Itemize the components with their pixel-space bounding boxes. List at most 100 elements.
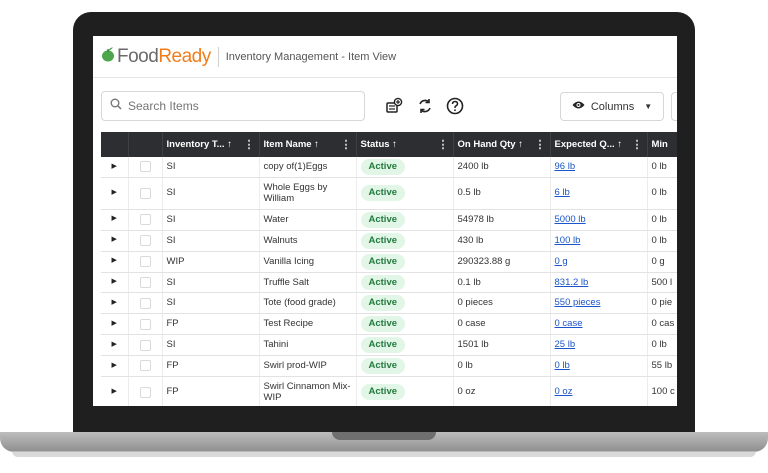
cell-status: Active [356,355,454,377]
row-checkbox[interactable] [139,235,151,247]
cell-item-name[interactable]: Whole Eggs by William [259,177,357,210]
cell-item-name[interactable]: Test Recipe [259,313,357,336]
table-row[interactable]: ▶ SI Tahini Active 1501 lb 25 lb 0 lb [101,334,677,356]
header-min[interactable]: Min [647,132,677,157]
expected-qty-link[interactable]: 5000 lb [555,214,586,225]
row-checkbox-cell[interactable] [128,334,163,356]
expected-qty-link[interactable]: 0 lb [555,360,570,371]
cell-item-name[interactable]: Truffle Salt [259,272,357,294]
status-badge: Active [360,232,406,249]
cell-min: 500 l [647,272,677,294]
header-on-hand-qty[interactable]: On Hand Qty ↑ ⋮ [453,132,551,157]
row-checkbox[interactable] [139,256,151,268]
caret-down-icon: ▼ [644,102,653,111]
expand-row-icon[interactable]: ▶ [101,177,129,210]
table-row[interactable]: ▶ SI copy of(1)Eggs Active 2400 lb 96 lb 0 lb [101,157,677,178]
row-checkbox-cell[interactable] [128,209,163,231]
row-checkbox[interactable] [139,276,151,288]
row-checkbox-cell[interactable] [128,177,163,210]
row-checkbox-cell[interactable] [128,272,163,294]
row-checkbox[interactable] [139,360,151,372]
help-icon[interactable] [444,95,466,117]
row-checkbox[interactable] [139,386,151,398]
row-checkbox-cell[interactable] [128,230,163,252]
expected-qty-link[interactable]: 96 lb [555,161,576,172]
cell-on-hand-qty: 0 pieces [453,292,551,315]
expected-qty-link[interactable]: 6 lb [555,187,570,198]
cell-item-name[interactable]: Tahini [259,334,357,356]
table-row[interactable]: ▶ WIP Vanilla Icing Active 290323.88 g 0 g 0 g [101,251,677,273]
column-menu-icon[interactable]: ⋮ [632,138,643,151]
more-toolbar-button[interactable] [671,92,677,121]
expected-qty-link[interactable]: 0 g [555,256,568,267]
row-checkbox[interactable] [139,339,151,351]
column-menu-icon[interactable]: ⋮ [341,138,352,151]
row-checkbox-cell[interactable] [128,313,163,336]
table-row[interactable]: ▶ FP Test Recipe Active 0 case 0 case 0 cas [101,313,677,336]
cell-item-name[interactable]: Swirl prod-WIP [259,355,357,377]
column-menu-icon[interactable]: ⋮ [535,138,546,151]
cell-inventory-type: FP [162,355,260,377]
laptop-shadow [12,451,756,457]
column-menu-icon[interactable]: ⋮ [244,138,255,151]
cell-inventory-type: SI [162,334,260,356]
expand-row-icon[interactable]: ▶ [101,272,129,294]
header-inventory-type[interactable]: Inventory T... ↑ ⋮ [162,132,260,157]
expand-row-icon[interactable]: ▶ [101,230,129,252]
row-checkbox[interactable] [139,297,151,309]
expand-row-icon[interactable]: ▶ [101,334,129,356]
cell-expected-qty: 0 lb [550,355,648,377]
table-row[interactable]: ▶ SI Walnuts Active 430 lb 100 lb 0 lb [101,230,677,252]
row-checkbox[interactable] [139,214,151,226]
search-input[interactable] [128,99,348,113]
cell-status: Active [356,251,454,273]
table-row[interactable]: ▶ SI Tote (food grade) Active 0 pieces 550 pi… [101,292,677,315]
expected-qty-link[interactable]: 100 lb [555,235,581,246]
app-header: Food Ready Inventory Management - Item Vi… [93,36,677,78]
expand-row-icon[interactable]: ▶ [101,209,129,231]
cell-status: Active [356,272,454,294]
expand-row-icon[interactable]: ▶ [101,376,129,406]
search-box[interactable] [101,91,365,121]
row-checkbox[interactable] [139,187,151,199]
expected-qty-link[interactable]: 0 case [555,318,583,329]
cell-item-name[interactable]: copy of(1)Eggs [259,157,357,178]
table-row[interactable]: ▶ SI Water Active 54978 lb 5000 lb 0 lb [101,209,677,231]
expected-qty-link[interactable]: 550 pieces [555,297,601,308]
table-row[interactable]: ▶ FP Swirl Cinnamon Mix-WIP Active 0 oz 0 oz 1… [101,376,677,406]
row-checkbox-cell[interactable] [128,251,163,273]
cell-on-hand-qty: 54978 lb [453,209,551,231]
table-row[interactable]: ▶ SI Whole Eggs by William Active 0.5 lb 6 lb… [101,177,677,210]
row-checkbox-cell[interactable] [128,376,163,406]
expected-qty-link[interactable]: 831.2 lb [555,277,589,288]
expected-qty-link[interactable]: 0 oz [555,386,573,397]
cell-item-name[interactable]: Water [259,209,357,231]
row-checkbox[interactable] [139,161,151,173]
row-checkbox[interactable] [139,318,151,330]
header-expected-qty[interactable]: Expected Q... ↑ ⋮ [550,132,648,157]
export-icon[interactable] [383,95,405,117]
expand-row-icon[interactable]: ▶ [101,313,129,336]
cell-item-name[interactable]: Walnuts [259,230,357,252]
cell-item-name[interactable]: Swirl Cinnamon Mix-WIP [259,376,357,406]
row-checkbox-cell[interactable] [128,157,163,178]
columns-button[interactable]: Columns ▼ [560,92,664,121]
header-status[interactable]: Status ↑ ⋮ [356,132,454,157]
cell-inventory-type: SI [162,209,260,231]
expand-row-icon[interactable]: ▶ [101,251,129,273]
expand-row-icon[interactable]: ▶ [101,292,129,315]
cell-item-name[interactable]: Vanilla Icing [259,251,357,273]
expand-row-icon[interactable]: ▶ [101,355,129,377]
cell-item-name[interactable]: Tote (food grade) [259,292,357,315]
row-checkbox-cell[interactable] [128,355,163,377]
expected-qty-link[interactable]: 25 lb [555,339,576,350]
expand-row-icon[interactable]: ▶ [101,157,129,178]
header-item-name[interactable]: Item Name ↑ ⋮ [259,132,357,157]
table-row[interactable]: ▶ FP Swirl prod-WIP Active 0 lb 0 lb 55 lb [101,355,677,377]
refresh-icon[interactable] [414,95,436,117]
cell-expected-qty: 550 pieces [550,292,648,315]
table-row[interactable]: ▶ SI Truffle Salt Active 0.1 lb 831.2 lb 500 l [101,272,677,294]
row-checkbox-cell[interactable] [128,292,163,315]
foodready-logo[interactable]: Food Ready [101,46,211,68]
column-menu-icon[interactable]: ⋮ [438,138,449,151]
